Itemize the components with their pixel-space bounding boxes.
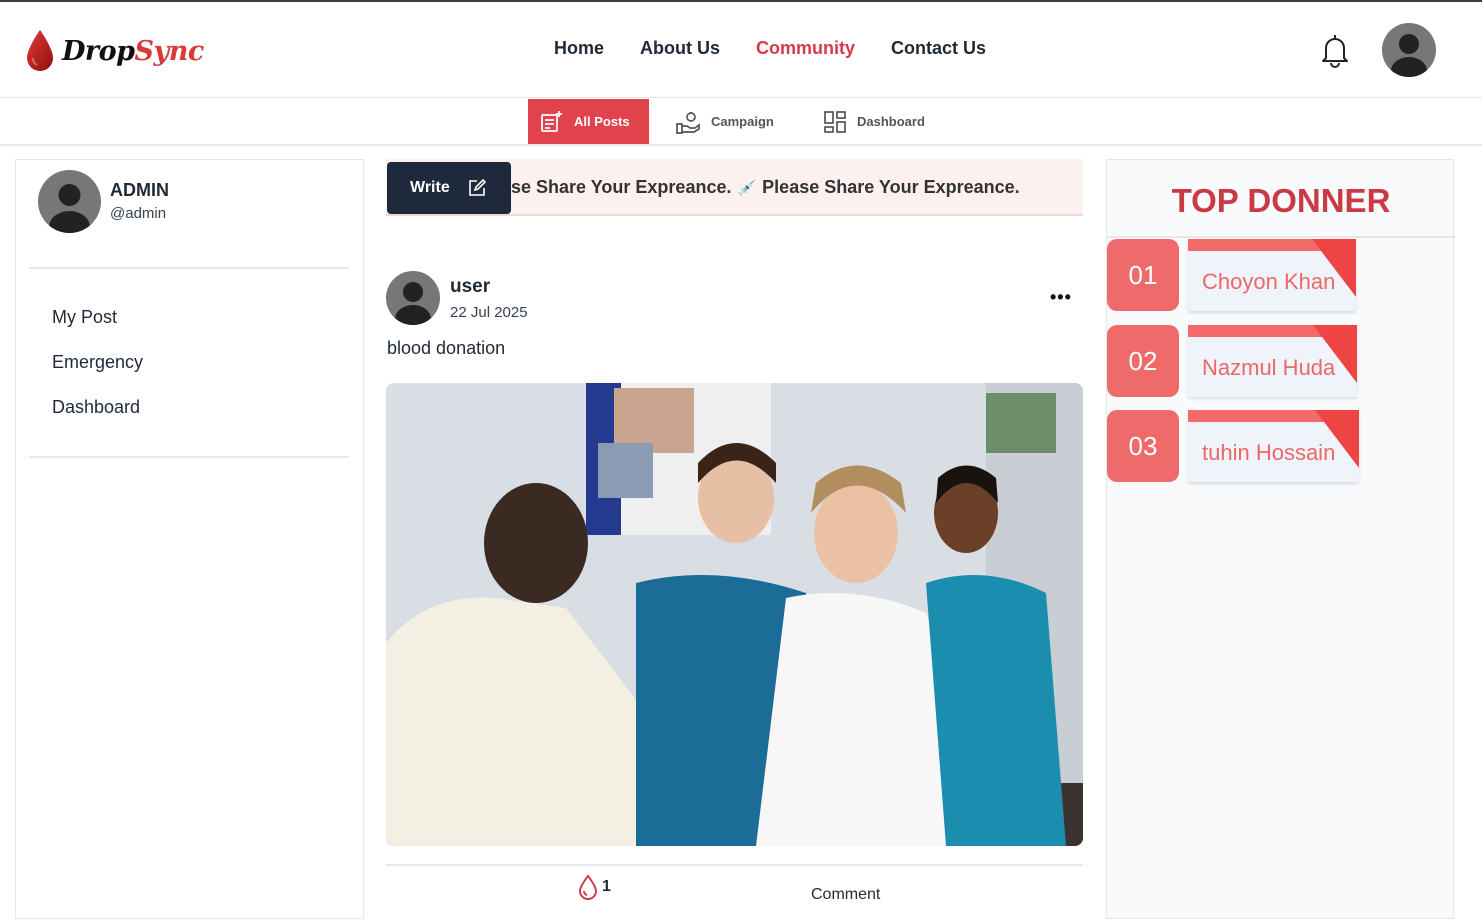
post-author-avatar[interactable] [386,271,440,325]
write-post-button[interactable]: Write [387,162,511,214]
profile-sidebar: ADMIN @admin My Post Emergency Dashboard [15,159,364,919]
donor-card[interactable]: tuhin Hossain [1188,410,1359,482]
marquee-text-a: lease Share Your Expreance. [486,177,732,197]
tab-all-posts-label: All Posts [574,114,630,129]
post-options-icon[interactable]: ••• [1050,287,1072,308]
community-subnav: All Posts Campaign Dashboard [0,98,1482,146]
like-button[interactable]: 1 [578,874,611,900]
tab-dashboard[interactable]: Dashboard [823,99,925,144]
sidebar-item-emergency[interactable]: Emergency [52,352,143,373]
nav-contact-us[interactable]: Contact Us [891,38,986,59]
comment-button[interactable]: Comment [811,886,880,904]
user-avatar[interactable] [1382,23,1436,77]
avatar-person-icon [49,184,90,233]
dashboard-grid-icon [824,110,846,133]
write-button-label: Write [410,179,450,196]
top-donors-divider [1107,236,1455,238]
donor-rank-badge: 01 [1107,239,1179,311]
donor-card[interactable]: Nazmul Huda [1188,325,1357,397]
sidebar-item-my-post[interactable]: My Post [52,307,117,328]
nav-about-us[interactable]: About Us [640,38,720,59]
profile-handle: @admin [110,205,167,222]
brand-name: DropSync [62,36,204,67]
post-add-icon [541,110,562,132]
brand-name-part1: Drop [62,35,135,67]
post-actions: 1 Comment [386,864,1083,924]
post-photo [386,383,1083,846]
sidebar-divider [29,267,349,269]
blood-drop-icon [578,874,598,900]
tab-dashboard-label: Dashboard [857,114,925,129]
donor-card-corner [1313,325,1357,383]
donor-rank-badge: 03 [1107,410,1179,482]
brand-logo[interactable]: DropSync [24,28,204,74]
profile-name: ADMIN [110,180,169,200]
marquee-text: lease Share Your Expreance. 💉 Please Share… [486,177,1020,198]
donor-card-corner [1312,239,1356,297]
donor-card-corner [1315,410,1359,468]
tab-campaign-label: Campaign [711,114,774,129]
tab-all-posts[interactable]: All Posts [528,99,649,144]
donor-card[interactable]: Choyon Khan [1188,239,1356,311]
post-photo-illustration [386,383,1083,846]
post-date: 22 Jul 2025 [450,304,528,321]
site-header: DropSync Home About Us Community Contact… [0,2,1482,98]
blood-drop-logo-icon [27,30,53,71]
sidebar-divider [29,456,349,458]
post-body-text: blood donation [387,338,506,358]
donor-rank-badge: 02 [1107,325,1179,397]
nav-community[interactable]: Community [756,38,855,59]
main-nav: Home About Us Community Contact Us [554,38,986,59]
notification-bell-icon[interactable] [1318,32,1352,68]
sidebar-item-dashboard[interactable]: Dashboard [52,397,140,418]
nav-home[interactable]: Home [554,38,604,59]
brand-name-part2: Sync [134,35,205,67]
avatar-person-icon [395,282,431,325]
post-author-name[interactable]: user [450,276,490,298]
top-donors-panel: TOP DONNER 01 Choyon Khan 02 Nazmul Huda… [1106,159,1455,919]
avatar-person-icon [1391,34,1427,77]
marquee-text-b: Please Share Your Expreance. [762,177,1020,197]
top-donors-title: TOP DONNER [1171,182,1391,219]
hand-heart-icon [676,111,700,134]
tab-campaign[interactable]: Campaign [676,99,774,144]
edit-icon [468,179,486,196]
profile-avatar[interactable] [38,170,101,233]
syringe-icon: 💉 [737,180,757,197]
like-count: 1 [602,878,611,895]
